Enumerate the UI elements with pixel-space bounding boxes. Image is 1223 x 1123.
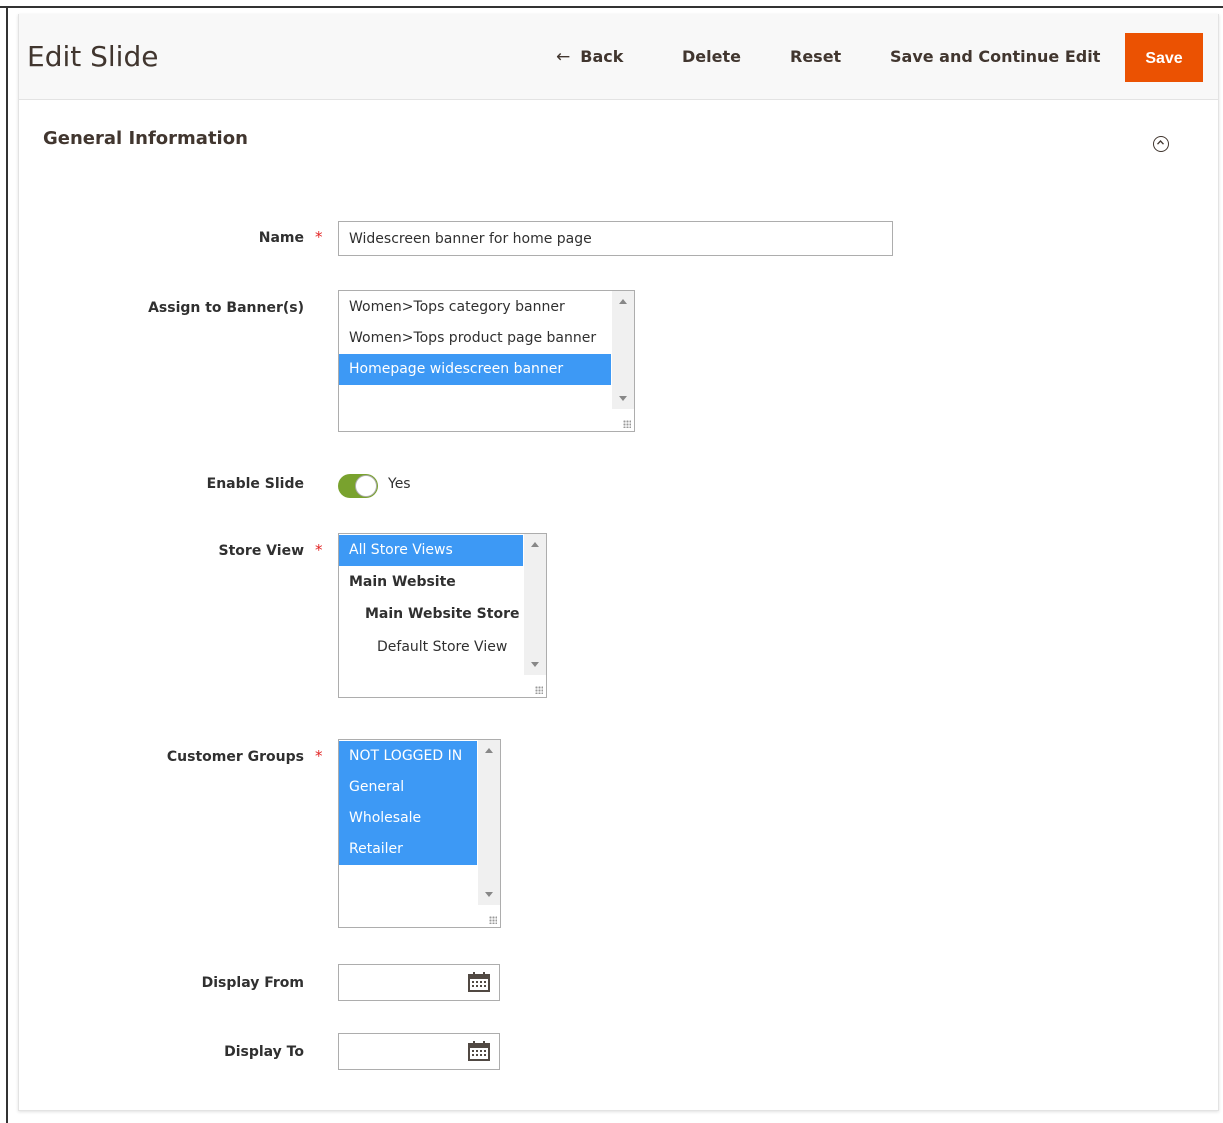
scroll-up-icon[interactable] bbox=[531, 542, 539, 547]
display-from-input[interactable] bbox=[338, 964, 500, 1001]
page-header: Edit Slide ← Back Delete Reset Save and C… bbox=[19, 14, 1218, 100]
banner-option[interactable]: Women>Tops category banner bbox=[339, 292, 611, 323]
window-frame-left bbox=[6, 6, 8, 1123]
enable-slide-toggle[interactable] bbox=[338, 474, 378, 498]
delete-button[interactable]: Delete bbox=[682, 44, 741, 70]
enable-slide-value: Yes bbox=[388, 476, 411, 492]
store-view-multiselect[interactable]: All Store Views Main Website Main Websit… bbox=[338, 533, 547, 698]
scroll-up-icon[interactable] bbox=[619, 299, 627, 304]
scroll-down-icon[interactable] bbox=[485, 892, 493, 897]
customer-groups-multiselect[interactable]: NOT LOGGED IN General Wholesale Retailer bbox=[338, 739, 501, 928]
calendar-icon[interactable] bbox=[468, 1041, 490, 1061]
display-to-label: Display To bbox=[224, 1044, 304, 1060]
name-input[interactable] bbox=[338, 221, 893, 256]
customer-group-option[interactable]: Wholesale bbox=[339, 803, 477, 834]
arrow-left-icon: ← bbox=[556, 47, 571, 67]
resize-grip-icon[interactable] bbox=[489, 916, 497, 924]
banner-option[interactable]: Women>Tops product page banner bbox=[339, 323, 611, 354]
reset-button[interactable]: Reset bbox=[790, 44, 841, 70]
display-to-input[interactable] bbox=[338, 1033, 500, 1070]
store-view-option: Main Website Store bbox=[365, 606, 520, 622]
customer-groups-required-mark: * bbox=[315, 747, 323, 765]
store-view-label: Store View bbox=[218, 543, 304, 559]
banner-option[interactable]: Homepage widescreen banner bbox=[339, 354, 611, 385]
save-button[interactable]: Save bbox=[1125, 33, 1203, 82]
banners-scrollbar[interactable] bbox=[612, 291, 634, 409]
banners-multiselect[interactable]: Women>Tops category banner Women>Tops pr… bbox=[338, 290, 635, 432]
store-view-option[interactable]: Default Store View bbox=[339, 631, 523, 663]
section-title: General Information bbox=[43, 128, 248, 149]
back-button-label: Back bbox=[580, 47, 624, 66]
window-frame-top bbox=[0, 6, 1223, 8]
resize-grip-icon[interactable] bbox=[623, 420, 631, 428]
page-title: Edit Slide bbox=[27, 40, 159, 73]
scroll-down-icon[interactable] bbox=[619, 396, 627, 401]
back-button[interactable]: ← Back bbox=[556, 44, 623, 70]
customer-group-option[interactable]: General bbox=[339, 772, 477, 803]
store-view-option[interactable]: All Store Views bbox=[339, 535, 523, 566]
store-view-required-mark: * bbox=[315, 541, 323, 559]
customer-group-option[interactable]: NOT LOGGED IN bbox=[339, 741, 477, 772]
customer-groups-label: Customer Groups bbox=[166, 749, 304, 765]
toggle-knob bbox=[355, 475, 377, 497]
display-from-label: Display From bbox=[201, 975, 304, 991]
calendar-icon[interactable] bbox=[468, 972, 490, 992]
scroll-down-icon[interactable] bbox=[531, 662, 539, 667]
save-and-continue-button[interactable]: Save and Continue Edit bbox=[890, 44, 1100, 70]
scroll-up-icon[interactable] bbox=[485, 748, 493, 753]
store-view-scrollbar[interactable] bbox=[524, 534, 546, 675]
collapse-section-icon[interactable] bbox=[1153, 136, 1169, 152]
edit-slide-panel: Edit Slide ← Back Delete Reset Save and C… bbox=[18, 14, 1219, 1111]
store-view-option: Main Website bbox=[349, 574, 456, 590]
name-required-mark: * bbox=[315, 228, 323, 246]
enable-slide-label: Enable Slide bbox=[206, 476, 304, 492]
name-label: Name bbox=[258, 230, 304, 246]
customer-group-option[interactable]: Retailer bbox=[339, 834, 477, 865]
resize-grip-icon[interactable] bbox=[535, 686, 543, 694]
customer-groups-scrollbar[interactable] bbox=[478, 740, 500, 905]
banners-label: Assign to Banner(s) bbox=[148, 300, 304, 316]
